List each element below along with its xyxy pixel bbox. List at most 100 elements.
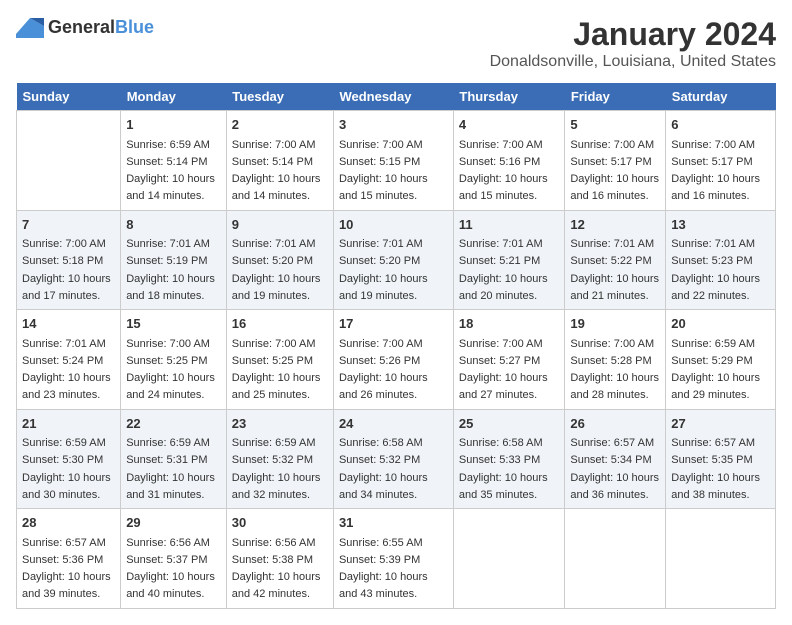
day-daylight: Daylight: 10 hours and 16 minutes. <box>570 173 659 202</box>
day-sunrise: Sunrise: 7:01 AM <box>570 238 654 250</box>
day-sunset: Sunset: 5:14 PM <box>232 156 313 168</box>
day-daylight: Daylight: 10 hours and 18 minutes. <box>126 273 215 302</box>
day-sunset: Sunset: 5:33 PM <box>459 454 540 466</box>
calendar-cell <box>17 111 121 211</box>
day-daylight: Daylight: 10 hours and 42 minutes. <box>232 571 321 600</box>
day-daylight: Daylight: 10 hours and 20 minutes. <box>459 273 548 302</box>
day-daylight: Daylight: 10 hours and 30 minutes. <box>22 472 111 501</box>
day-number: 21 <box>22 414 115 434</box>
day-sunrise: Sunrise: 7:00 AM <box>232 139 316 151</box>
day-sunrise: Sunrise: 6:59 AM <box>22 437 106 449</box>
calendar-cell <box>453 509 564 609</box>
day-daylight: Daylight: 10 hours and 22 minutes. <box>671 273 760 302</box>
day-number: 29 <box>126 513 221 533</box>
day-number: 17 <box>339 314 448 334</box>
day-number: 12 <box>570 215 660 235</box>
calendar-cell: 9 Sunrise: 7:01 AM Sunset: 5:20 PM Dayli… <box>226 210 333 310</box>
day-daylight: Daylight: 10 hours and 36 minutes. <box>570 472 659 501</box>
day-number: 23 <box>232 414 328 434</box>
day-sunset: Sunset: 5:17 PM <box>570 156 651 168</box>
day-sunset: Sunset: 5:27 PM <box>459 355 540 367</box>
header-friday: Friday <box>565 83 666 111</box>
calendar-week-2: 7 Sunrise: 7:00 AM Sunset: 5:18 PM Dayli… <box>17 210 776 310</box>
day-number: 28 <box>22 513 115 533</box>
day-number: 14 <box>22 314 115 334</box>
calendar-cell: 7 Sunrise: 7:00 AM Sunset: 5:18 PM Dayli… <box>17 210 121 310</box>
day-sunrise: Sunrise: 7:01 AM <box>232 238 316 250</box>
day-sunrise: Sunrise: 6:59 AM <box>126 139 210 151</box>
day-sunset: Sunset: 5:25 PM <box>126 355 207 367</box>
day-sunrise: Sunrise: 6:57 AM <box>22 537 106 549</box>
day-daylight: Daylight: 10 hours and 25 minutes. <box>232 372 321 401</box>
calendar-cell <box>666 509 776 609</box>
logo: GeneralBlue <box>16 16 154 38</box>
day-sunrise: Sunrise: 7:01 AM <box>22 338 106 350</box>
day-sunset: Sunset: 5:36 PM <box>22 554 103 566</box>
calendar-cell: 25 Sunrise: 6:58 AM Sunset: 5:33 PM Dayl… <box>453 409 564 509</box>
day-sunset: Sunset: 5:29 PM <box>671 355 752 367</box>
calendar-week-5: 28 Sunrise: 6:57 AM Sunset: 5:36 PM Dayl… <box>17 509 776 609</box>
day-number: 5 <box>570 115 660 135</box>
day-daylight: Daylight: 10 hours and 28 minutes. <box>570 372 659 401</box>
day-daylight: Daylight: 10 hours and 15 minutes. <box>459 173 548 202</box>
day-number: 31 <box>339 513 448 533</box>
logo-blue: Blue <box>115 17 154 37</box>
day-sunrise: Sunrise: 7:00 AM <box>126 338 210 350</box>
day-daylight: Daylight: 10 hours and 39 minutes. <box>22 571 111 600</box>
day-sunset: Sunset: 5:15 PM <box>339 156 420 168</box>
calendar-table: Sunday Monday Tuesday Wednesday Thursday… <box>16 83 776 609</box>
day-daylight: Daylight: 10 hours and 29 minutes. <box>671 372 760 401</box>
day-sunrise: Sunrise: 6:57 AM <box>570 437 654 449</box>
calendar-cell: 3 Sunrise: 7:00 AM Sunset: 5:15 PM Dayli… <box>333 111 453 211</box>
day-sunset: Sunset: 5:39 PM <box>339 554 420 566</box>
day-number: 2 <box>232 115 328 135</box>
day-number: 30 <box>232 513 328 533</box>
day-sunset: Sunset: 5:20 PM <box>339 255 420 267</box>
calendar-cell: 29 Sunrise: 6:56 AM Sunset: 5:37 PM Dayl… <box>121 509 227 609</box>
day-sunset: Sunset: 5:20 PM <box>232 255 313 267</box>
day-daylight: Daylight: 10 hours and 14 minutes. <box>232 173 321 202</box>
day-number: 22 <box>126 414 221 434</box>
subtitle: Donaldsonville, Louisiana, United States <box>490 53 776 71</box>
calendar-cell: 6 Sunrise: 7:00 AM Sunset: 5:17 PM Dayli… <box>666 111 776 211</box>
day-sunrise: Sunrise: 7:01 AM <box>126 238 210 250</box>
main-title: January 2024 <box>490 16 776 53</box>
calendar-cell: 27 Sunrise: 6:57 AM Sunset: 5:35 PM Dayl… <box>666 409 776 509</box>
day-daylight: Daylight: 10 hours and 34 minutes. <box>339 472 428 501</box>
calendar-cell: 4 Sunrise: 7:00 AM Sunset: 5:16 PM Dayli… <box>453 111 564 211</box>
calendar-cell: 20 Sunrise: 6:59 AM Sunset: 5:29 PM Dayl… <box>666 310 776 410</box>
day-number: 4 <box>459 115 559 135</box>
calendar-cell: 14 Sunrise: 7:01 AM Sunset: 5:24 PM Dayl… <box>17 310 121 410</box>
title-block: January 2024 Donaldsonville, Louisiana, … <box>490 16 776 71</box>
calendar-cell: 23 Sunrise: 6:59 AM Sunset: 5:32 PM Dayl… <box>226 409 333 509</box>
day-number: 24 <box>339 414 448 434</box>
header-monday: Monday <box>121 83 227 111</box>
day-sunrise: Sunrise: 7:00 AM <box>232 338 316 350</box>
day-sunset: Sunset: 5:37 PM <box>126 554 207 566</box>
day-number: 6 <box>671 115 770 135</box>
calendar-cell: 13 Sunrise: 7:01 AM Sunset: 5:23 PM Dayl… <box>666 210 776 310</box>
day-number: 11 <box>459 215 559 235</box>
day-number: 16 <box>232 314 328 334</box>
day-sunrise: Sunrise: 7:00 AM <box>459 139 543 151</box>
day-daylight: Daylight: 10 hours and 32 minutes. <box>232 472 321 501</box>
day-daylight: Daylight: 10 hours and 15 minutes. <box>339 173 428 202</box>
calendar-cell: 18 Sunrise: 7:00 AM Sunset: 5:27 PM Dayl… <box>453 310 564 410</box>
day-sunrise: Sunrise: 7:00 AM <box>22 238 106 250</box>
day-sunrise: Sunrise: 6:59 AM <box>232 437 316 449</box>
day-daylight: Daylight: 10 hours and 14 minutes. <box>126 173 215 202</box>
calendar-cell: 16 Sunrise: 7:00 AM Sunset: 5:25 PM Dayl… <box>226 310 333 410</box>
day-daylight: Daylight: 10 hours and 26 minutes. <box>339 372 428 401</box>
page-header: GeneralBlue January 2024 Donaldsonville,… <box>16 16 776 71</box>
day-sunrise: Sunrise: 7:00 AM <box>459 338 543 350</box>
day-sunset: Sunset: 5:25 PM <box>232 355 313 367</box>
header-saturday: Saturday <box>666 83 776 111</box>
header-wednesday: Wednesday <box>333 83 453 111</box>
day-daylight: Daylight: 10 hours and 31 minutes. <box>126 472 215 501</box>
calendar-cell: 1 Sunrise: 6:59 AM Sunset: 5:14 PM Dayli… <box>121 111 227 211</box>
day-number: 26 <box>570 414 660 434</box>
day-number: 3 <box>339 115 448 135</box>
day-daylight: Daylight: 10 hours and 16 minutes. <box>671 173 760 202</box>
header-tuesday: Tuesday <box>226 83 333 111</box>
day-sunrise: Sunrise: 6:56 AM <box>232 537 316 549</box>
